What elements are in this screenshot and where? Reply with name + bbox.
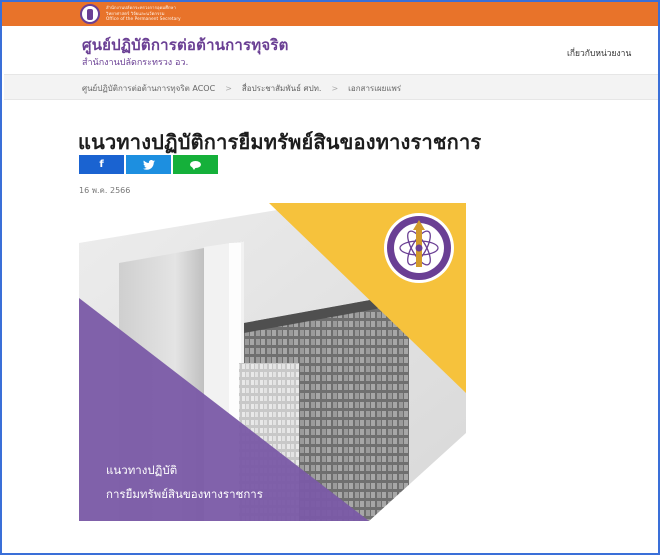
breadcrumb-item-home[interactable]: ศูนย์ปฏิบัติการต่อต้านการทุจริต ACOC bbox=[82, 82, 215, 95]
browser-frame: สำนักงานปลัดกระทรวงการอุดมศึกษา วิทยาศาส… bbox=[0, 0, 660, 555]
line-icon bbox=[190, 161, 201, 170]
breadcrumb: ศูนย์ปฏิบัติการต่อต้านการทุจริต ACOC > ส… bbox=[4, 74, 658, 100]
cover-caption-line-1: แนวทางปฏิบัติ bbox=[106, 463, 178, 477]
about-link[interactable]: เกี่ยวกับหน่วยงาน bbox=[567, 46, 631, 60]
site-subtitle: สำนักงานปลัดกระทรวง อว. bbox=[82, 58, 189, 68]
post-date: 16 พ.ค. 2566 bbox=[79, 186, 131, 195]
twitter-icon bbox=[142, 159, 155, 170]
twitter-share-button[interactable] bbox=[126, 155, 171, 174]
breadcrumb-separator: > bbox=[225, 84, 232, 93]
article-title: แนวทางปฏิบัติการยืมทรัพย์สินของทางราชการ bbox=[78, 130, 482, 154]
facebook-icon: f bbox=[99, 159, 104, 170]
ministry-name-line: สำนักงานปลัดกระทรวงการอุดมศึกษา bbox=[106, 5, 176, 10]
breadcrumb-item-publications[interactable]: เอกสารเผยแพร่ bbox=[348, 82, 401, 95]
breadcrumb-item-media[interactable]: สื่อประชาสัมพันธ์ ศปท. bbox=[242, 82, 322, 95]
ministry-logo[interactable] bbox=[80, 4, 100, 24]
line-share-button[interactable] bbox=[173, 155, 218, 174]
government-top-bar: สำนักงานปลัดกระทรวงการอุดมศึกษา วิทยาศาส… bbox=[2, 2, 658, 26]
breadcrumb-separator: > bbox=[331, 84, 339, 93]
facebook-share-button[interactable]: f bbox=[79, 155, 124, 174]
ministry-name: สำนักงานปลัดกระทรวงการอุดมศึกษา วิทยาศาส… bbox=[106, 5, 181, 22]
cover-caption-line-2: การยืมทรัพย์สินของทางราชการ bbox=[106, 487, 263, 501]
ministry-name-line: Office of the Permanent Secretary bbox=[106, 16, 181, 22]
cover-image: แนวทางปฏิบัติ การยืมทรัพย์สินของทางราชกา… bbox=[79, 203, 466, 521]
site-title[interactable]: ศูนย์ปฏิบัติการต่อต้านการทุจริต bbox=[82, 33, 289, 57]
